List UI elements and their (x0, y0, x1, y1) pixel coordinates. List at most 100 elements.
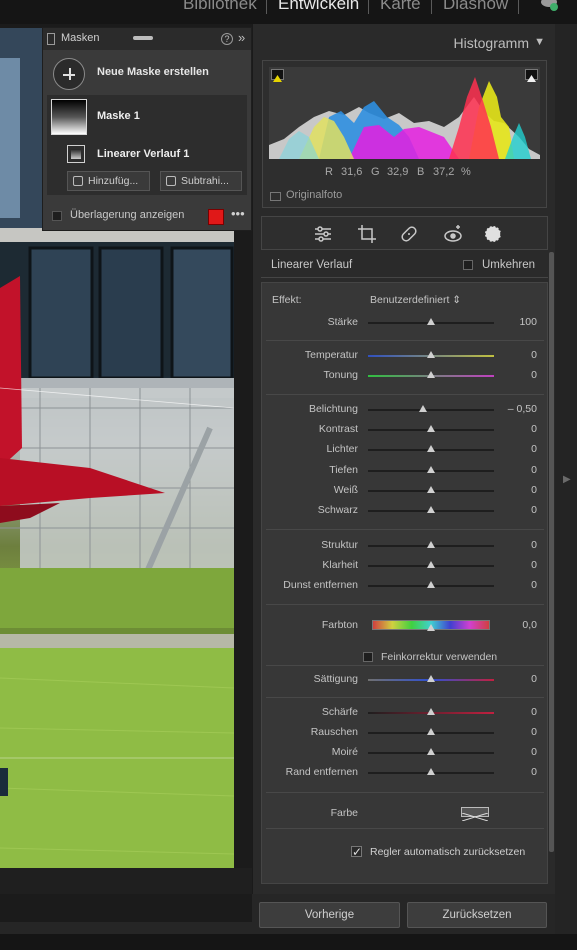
slider-value[interactable]: 0 (531, 369, 537, 381)
invert-label[interactable]: Umkehren (482, 259, 535, 271)
section-divider (266, 604, 544, 605)
panel-grip-icon[interactable] (47, 33, 55, 45)
auto-reset-label[interactable]: Regler automatisch zurücksetzen (370, 846, 525, 858)
section-divider (266, 792, 544, 793)
slider-value[interactable]: 0 (531, 766, 537, 778)
show-overlay-checkbox[interactable] (52, 211, 62, 221)
effect-label: Effekt: (272, 294, 302, 306)
slider-track[interactable] (368, 409, 494, 411)
new-mask-label[interactable]: Neue Maske erstellen (97, 66, 209, 78)
help-icon[interactable]: ? (221, 33, 233, 45)
redeye-icon[interactable] (442, 223, 464, 245)
masks-panel: Masken ? » Neue Maske erstellen Maske 1 … (42, 27, 252, 231)
collapse-icon[interactable]: » (238, 30, 245, 45)
histogram-graph[interactable] (269, 67, 540, 159)
reset-button[interactable]: Zurücksetzen (407, 902, 547, 928)
effect-preset-select[interactable]: Benutzerdefiniert ⇕ (370, 294, 461, 306)
slider-value[interactable]: 0 (531, 746, 537, 758)
more-options-icon[interactable]: ••• (231, 206, 245, 221)
module-map[interactable]: Karte (380, 0, 421, 14)
fine-adjust-label[interactable]: Feinkorrektur verwenden (381, 651, 497, 663)
slider-label: Rauschen (310, 726, 358, 738)
slider-label: Schärfe (321, 706, 358, 718)
slider-value[interactable]: 0 (531, 706, 537, 718)
fine-adjust-checkbox[interactable] (363, 652, 373, 662)
histogram-title[interactable]: Histogramm (454, 35, 529, 51)
slider-label: Klarheit (322, 559, 358, 571)
slider-thumb[interactable] (427, 425, 435, 432)
develop-right-panel: Histogramm ▼ R 31,6 G 32,9 B 37,2 % Orig… (252, 24, 555, 894)
slider-thumb[interactable] (427, 624, 435, 631)
module-develop[interactable]: Entwickeln (278, 0, 359, 14)
cloud-sync-icon[interactable] (540, 0, 560, 12)
original-photo-checkbox[interactable] (270, 192, 281, 201)
expand-arrow-icon[interactable]: ▶ (563, 474, 571, 485)
slider-value[interactable]: 0 (531, 539, 537, 551)
mask-name[interactable]: Maske 1 (97, 110, 140, 122)
slider-thumb[interactable] (427, 675, 435, 682)
module-slideshow[interactable]: Diashow (443, 0, 508, 14)
slider-value[interactable]: 0,0 (522, 619, 537, 631)
tool-strip (261, 216, 548, 250)
module-separator (266, 0, 267, 14)
slider-thumb[interactable] (427, 541, 435, 548)
slider-thumb[interactable] (427, 371, 435, 378)
slider-thumb[interactable] (419, 405, 428, 412)
original-photo-label[interactable]: Originalfoto (286, 189, 342, 201)
heal-icon[interactable] (398, 223, 420, 245)
scrollbar-thumb[interactable] (549, 252, 554, 852)
slider-thumb[interactable] (427, 486, 435, 493)
color-swatch[interactable] (461, 807, 489, 822)
overlay-color-swatch[interactable] (208, 209, 224, 225)
slider-label: Moiré (331, 746, 358, 758)
slider-label: Rand entfernen (285, 766, 358, 778)
linear-gradient-icon[interactable] (67, 145, 85, 163)
crop-icon[interactable] (356, 223, 378, 245)
drag-handle-icon[interactable] (133, 36, 153, 40)
slider-thumb[interactable] (427, 506, 435, 513)
slider-value[interactable]: – 0,50 (508, 403, 537, 415)
auto-reset-checkbox[interactable]: ✓ (351, 846, 362, 858)
slider-value[interactable]: 100 (519, 316, 537, 328)
slider-thumb[interactable] (427, 351, 435, 358)
slider-thumb[interactable] (427, 748, 435, 755)
invert-checkbox[interactable] (463, 260, 473, 270)
masks-panel-header[interactable]: Masken ? » (43, 28, 251, 50)
module-bar: Bibliothek Entwickeln Karte Diashow (0, 0, 577, 24)
slider-thumb[interactable] (427, 561, 435, 568)
slider-value[interactable]: 0 (531, 349, 537, 361)
adjust-icon[interactable] (312, 223, 334, 245)
slider-value[interactable]: 0 (531, 423, 537, 435)
shadow-clipping-icon[interactable] (271, 69, 284, 82)
filmstrip-bar (0, 934, 577, 950)
slider-value[interactable]: 0 (531, 579, 537, 591)
slider-label: Weiß (333, 484, 358, 496)
slider-value[interactable]: 0 (531, 559, 537, 571)
highlight-clipping-icon[interactable] (525, 69, 538, 82)
mask-thumbnail[interactable] (51, 99, 87, 135)
show-overlay-label[interactable]: Überlagerung anzeigen (70, 209, 184, 221)
slider-value[interactable]: 0 (531, 504, 537, 516)
slider-thumb[interactable] (427, 768, 435, 775)
slider-thumb[interactable] (427, 466, 435, 473)
slider-thumb[interactable] (427, 708, 435, 715)
slider-value[interactable]: 0 (531, 673, 537, 685)
add-to-mask-button[interactable]: Hinzufüg... (67, 171, 150, 191)
collapse-triangle-icon[interactable]: ▼ (534, 36, 545, 48)
mask-icon[interactable] (482, 223, 504, 245)
slider-thumb[interactable] (427, 445, 435, 452)
slider-value[interactable]: 0 (531, 484, 537, 496)
g-value: 32,9 (387, 166, 409, 178)
slider-thumb[interactable] (427, 728, 435, 735)
slider-thumb[interactable] (427, 318, 435, 325)
previous-button[interactable]: Vorherige (259, 902, 400, 928)
slider-value[interactable]: 0 (531, 464, 537, 476)
module-library[interactable]: Bibliothek (183, 0, 257, 14)
slider-thumb[interactable] (427, 581, 435, 588)
panel-scrollbar[interactable] (548, 252, 554, 884)
subtract-from-mask-button[interactable]: Subtrahi... (160, 171, 242, 191)
slider-value[interactable]: 0 (531, 726, 537, 738)
slider-value[interactable]: 0 (531, 443, 537, 455)
mask-component-name[interactable]: Linearer Verlauf 1 (97, 148, 189, 160)
new-mask-button[interactable] (53, 58, 85, 90)
